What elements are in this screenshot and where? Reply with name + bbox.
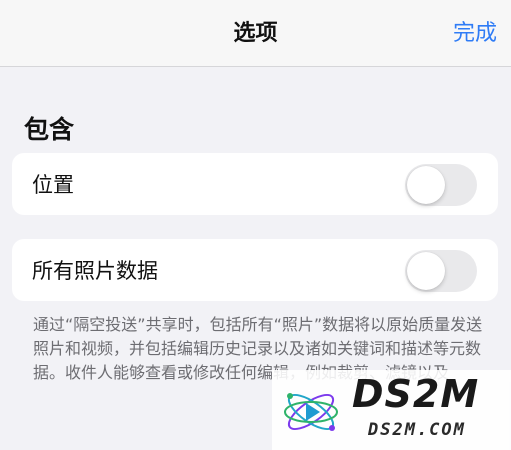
done-button[interactable]: 完成 xyxy=(453,15,497,47)
section-header-include: 包含 xyxy=(24,115,75,144)
page-title: 选项 xyxy=(233,21,278,46)
toggle-knob xyxy=(407,252,445,290)
all-photo-data-toggle[interactable] xyxy=(405,250,477,292)
watermark: DS2M DS2M.COM xyxy=(272,370,511,450)
watermark-url: DS2M.COM xyxy=(368,420,466,440)
all-photo-data-label: 所有照片数据 xyxy=(32,259,158,283)
location-toggle[interactable] xyxy=(405,164,477,206)
toggle-knob xyxy=(407,166,445,204)
navigation-bar: 选项 完成 xyxy=(0,0,511,67)
all-photo-data-row: 所有照片数据 xyxy=(12,239,498,301)
watermark-text: DS2M xyxy=(352,372,480,416)
location-label: 位置 xyxy=(32,173,74,197)
location-row: 位置 xyxy=(12,153,498,215)
ds2m-logo-icon xyxy=(284,393,338,431)
